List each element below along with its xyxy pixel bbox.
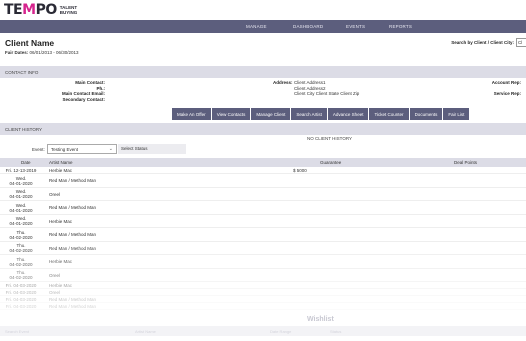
event-select[interactable]: Testing Event ⌄ [47, 144, 117, 154]
contact-labels: Main Contact: Ph.: Main Contact Email: S… [5, 80, 105, 102]
history-row[interactable]: Fri. 04-03-2020 Red Man / Method Man [0, 296, 526, 303]
row-date: Fri. 04-03-2020 [5, 290, 37, 295]
ticket-counter-button[interactable]: Ticket Counter [369, 108, 409, 120]
history-row[interactable]: Thu. 04-02-2020 Red Man / Method Man [0, 242, 526, 255]
row-artist[interactable]: Red Man / Method Man [49, 297, 96, 302]
chevron-down-icon: ⌄ [108, 146, 113, 152]
row-date: Fri. 04-03-2020 [5, 283, 37, 288]
tempo-logo[interactable]: TEMPO TALENT BUYING [4, 2, 77, 18]
row-artist[interactable]: Red Man / Method Man [49, 232, 96, 237]
row-date: Wed. 04-01-2020 [9, 175, 33, 186]
history-row[interactable]: Wed. 04-01-2020 Red Man / Method Man [0, 174, 526, 188]
row-artist[interactable]: Herbie Mac [49, 219, 72, 224]
nav-events[interactable]: EVENTS [346, 24, 365, 29]
history-row[interactable]: Thu. 04-02-2020 Oreel [0, 269, 526, 282]
row-artist[interactable]: Red Man / Method Man [49, 304, 96, 309]
fair-dates: Fair Dates: 06/01/2013 - 06/30/2013 [5, 50, 79, 55]
account-rep-label: Account Rep: [491, 80, 521, 85]
row-date: Fri. 04-03-2020 [5, 297, 37, 302]
row-guarantee: $ 5000 [293, 168, 307, 173]
client-actions: Make An Offer View Contacts Manage Clien… [172, 108, 470, 120]
row-date: Fri. 12-13-2019 [5, 168, 37, 173]
history-table-body: Fri. 12-13-2019 Herbie Mac $ 5000 Wed. 04-01… [0, 167, 526, 310]
history-row[interactable]: Wed. 04-01-2020 Herbie Mac [0, 215, 526, 228]
row-date: Wed. 04-01-2020 [9, 189, 33, 199]
row-date: Wed. 04-01-2020 [9, 216, 33, 226]
row-artist[interactable]: Herbie Mac [49, 259, 72, 264]
history-row[interactable]: Fri. 04-03-2020 Red Man / Method Man [0, 303, 526, 310]
history-row[interactable]: Wed. 04-01-2020 Red Man / Method Man [0, 201, 526, 215]
row-date: Thu. 04-02-2020 [9, 229, 33, 240]
col-date: Date [21, 160, 31, 165]
wishlist-title: Wishlist [307, 316, 334, 323]
wishlist-header: Search Event Artist Name Date Range Stat… [0, 326, 526, 336]
row-artist[interactable]: Red Man / Method Man [49, 178, 96, 183]
col-deal-points: Deal Points [454, 160, 478, 165]
row-date: Thu. 04-02-2020 [9, 270, 33, 280]
row-date: Thu. 04-02-2020 [9, 243, 33, 253]
no-history-message: NO CLIENT HISTORY [307, 136, 353, 141]
row-artist[interactable]: Oreel [49, 273, 60, 278]
client-history-header: CLIENT HISTORY [0, 123, 526, 135]
make-offer-button[interactable]: Make An Offer [172, 108, 211, 120]
logo-tagline: TALENT BUYING [59, 5, 78, 15]
view-contacts-button[interactable]: View Contacts [211, 108, 251, 120]
row-artist[interactable]: Herbie Mac [49, 168, 72, 173]
client-search-input[interactable]: Cl [516, 38, 526, 47]
status-select[interactable]: Select Status [118, 144, 186, 154]
row-artist[interactable]: Red Man / Method Man [49, 246, 96, 251]
client-search-label: Search by Client / Client City: [451, 40, 514, 45]
row-artist[interactable]: Herbie Mac [49, 283, 72, 288]
nav-reports[interactable]: REPORTS [389, 24, 412, 29]
page-title: Client Name [5, 38, 55, 48]
nav-dashboard[interactable]: DASHBOARD [293, 24, 323, 29]
history-row[interactable]: Thu. 04-02-2020 Herbie Mac [0, 255, 526, 269]
contact-info-header: CONTACT INFO [0, 66, 526, 78]
rep-labels: Account Rep: Service Rep: [430, 80, 521, 97]
service-rep-label: Service Rep: [493, 91, 521, 96]
row-date: Wed. 04-01-2020 [9, 202, 33, 213]
fair-list-button[interactable]: Fair List [443, 108, 470, 120]
event-label: Event: [32, 147, 45, 152]
logo-wordmark: TEMPO [4, 2, 57, 18]
row-artist[interactable]: Oreel [49, 290, 60, 295]
manage-client-button[interactable]: Manage Client [251, 108, 291, 120]
address-block: Address: [273, 80, 293, 86]
address-lines: Client Address1 Client Address2 Client C… [294, 80, 360, 96]
row-date: Fri. 04-03-2020 [5, 304, 37, 309]
secondary-contact-label: Secondary Contact: [62, 96, 105, 102]
history-row[interactable]: Fri. 04-03-2020 Oreel [0, 289, 526, 296]
col-guarantee: Guarantee [320, 160, 342, 165]
history-row[interactable]: Wed. 04-01-2020 Oreel [0, 188, 526, 201]
documents-button[interactable]: Documents [409, 108, 443, 120]
col-artist: Artist Name [49, 160, 73, 165]
top-nav: MANAGE DASHBOARD EVENTS REPORTS [0, 20, 526, 33]
history-row[interactable]: Fri. 04-03-2020 Herbie Mac [0, 282, 526, 289]
row-artist[interactable]: Red Man / Method Man [49, 205, 96, 210]
address-label: Address: [273, 80, 293, 85]
nav-manage[interactable]: MANAGE [246, 24, 267, 29]
history-row[interactable]: Fri. 12-13-2019 Herbie Mac $ 5000 [0, 167, 526, 174]
row-artist[interactable]: Oreel [49, 192, 60, 197]
row-date: Thu. 04-02-2020 [9, 256, 33, 267]
advance-sheet-button[interactable]: Advance Sheet [327, 108, 369, 120]
history-table-header: Date Artist Name Guarantee Deal Points [0, 158, 526, 167]
history-row[interactable]: Thu. 04-02-2020 Red Man / Method Man [0, 228, 526, 242]
search-artist-button[interactable]: Search Artist [291, 108, 327, 120]
